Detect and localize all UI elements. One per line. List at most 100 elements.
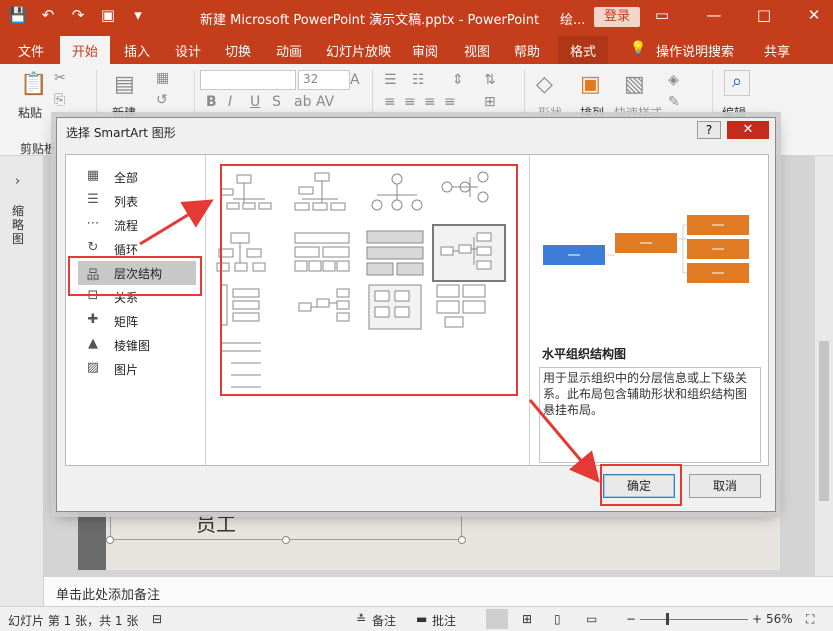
tell-me-search[interactable]: 操作说明搜索	[656, 41, 734, 60]
tab-file[interactable]: 文件	[18, 41, 44, 60]
justify-icon[interactable]: ≡	[444, 94, 456, 110]
zoom-in-icon[interactable]: +	[752, 612, 762, 626]
document-title: 新建 Microsoft PowerPoint 演示文稿.pptx - Powe…	[200, 13, 540, 28]
font-size-combo[interactable]: 32	[298, 70, 350, 90]
notes-toggle[interactable]: 备注	[372, 612, 396, 629]
undo-icon[interactable]: ↶	[38, 6, 58, 24]
category-list-item[interactable]: ☰ 列表	[78, 189, 196, 213]
resize-handle[interactable]	[282, 536, 290, 544]
zoom-out-icon[interactable]: −	[626, 612, 636, 626]
tab-animations[interactable]: 动画	[276, 41, 302, 60]
font-name-combo[interactable]	[200, 70, 296, 90]
copy-icon[interactable]: ⎘	[54, 92, 65, 108]
zoom-slider[interactable]	[640, 619, 748, 620]
paste-label[interactable]: 粘贴	[18, 104, 42, 121]
quick-styles-icon[interactable]: ▧	[624, 72, 645, 97]
zoom-level[interactable]: 56%	[766, 612, 793, 626]
notes-icon[interactable]: ≛	[356, 612, 366, 626]
tab-help[interactable]: 帮助	[514, 41, 540, 60]
scrollbar-thumb[interactable]	[819, 341, 829, 501]
pyramid-icon: ▲	[88, 336, 98, 351]
zoom-slider-knob[interactable]	[666, 613, 669, 625]
category-pyramid[interactable]: ▲ 棱锥图	[78, 333, 196, 357]
smartart-convert-icon[interactable]: ⊞	[484, 94, 496, 110]
preview-diagram	[543, 215, 749, 283]
highlight-layouts-box	[220, 164, 518, 396]
ribbon-display-icon[interactable]: ▭	[648, 6, 676, 24]
slideshow-icon[interactable]: ▭	[586, 612, 597, 626]
slide-text[interactable]: 员工	[196, 508, 236, 537]
customize-qat-icon[interactable]: ▾	[128, 6, 148, 24]
new-slide-icon[interactable]: ▤	[114, 72, 135, 97]
align-right-icon[interactable]: ≡	[424, 94, 436, 110]
tab-design[interactable]: 设计	[175, 41, 201, 60]
shape-outline-icon[interactable]: ✎	[668, 94, 680, 110]
preview-blue-box	[543, 245, 605, 265]
layout-icon[interactable]: ▦	[156, 70, 169, 86]
search-icon[interactable]: ⌕	[724, 70, 750, 96]
tab-view[interactable]: 视图	[464, 41, 490, 60]
numbering-icon[interactable]: ☷	[412, 72, 425, 88]
normal-view-icon[interactable]	[486, 609, 508, 629]
minimize-icon[interactable]: —	[700, 6, 728, 24]
tab-transitions[interactable]: 切换	[225, 41, 251, 60]
dialog-title: 选择 SmartArt 图形	[66, 126, 176, 140]
matrix-icon: ✚	[87, 312, 99, 327]
cancel-button[interactable]: 取消	[689, 474, 761, 498]
share-button[interactable]: 共享	[764, 41, 790, 60]
resize-handle[interactable]	[458, 536, 466, 544]
restore-icon[interactable]: □	[750, 6, 778, 24]
paste-icon[interactable]: 📋	[20, 72, 47, 97]
strikethrough-icon[interactable]: ab	[294, 94, 311, 110]
align-left-icon[interactable]: ≡	[384, 94, 396, 110]
close-icon[interactable]: ✕	[800, 6, 828, 24]
comments-icon[interactable]: ▬	[416, 612, 427, 626]
present-icon[interactable]: ▣	[98, 6, 118, 24]
shadow-icon[interactable]: S	[272, 94, 281, 110]
category-matrix[interactable]: ✚ 矩阵	[78, 309, 196, 333]
comments-toggle[interactable]: 批注	[432, 612, 456, 629]
line-spacing-icon[interactable]: ⇕	[452, 72, 464, 88]
tab-review[interactable]: 审阅	[412, 41, 438, 60]
tab-insert[interactable]: 插入	[124, 41, 150, 60]
cycle-icon: ↻	[87, 240, 99, 255]
category-picture[interactable]: ▨ 图片	[78, 357, 196, 381]
resize-handle[interactable]	[106, 536, 114, 544]
lightbulb-icon: 💡	[630, 41, 647, 56]
shape-fill-icon[interactable]: ◈	[668, 72, 679, 88]
slide-sorter-icon[interactable]: ⊞	[522, 612, 532, 626]
accessibility-icon[interactable]: ⊟	[152, 612, 162, 626]
vertical-scrollbar[interactable]	[815, 156, 833, 576]
expand-arrow-icon[interactable]: ›	[15, 174, 20, 189]
help-button[interactable]: ?	[697, 121, 721, 139]
tab-format[interactable]: 格式	[558, 36, 609, 64]
align-center-icon[interactable]: ≡	[404, 94, 416, 110]
preview-pane: 水平组织结构图 用于显示组织中的分层信息或上下级关系。此布局包含辅助形状和组织结…	[531, 155, 768, 465]
thumbnail-label[interactable]: 缩略图	[12, 204, 28, 246]
shapes-icon[interactable]: ◇	[536, 72, 553, 97]
login-button[interactable]: 登录	[594, 7, 640, 27]
save-icon[interactable]: 💾	[8, 6, 28, 24]
dialog-close-button[interactable]: ✕	[727, 121, 769, 139]
title-search-text[interactable]: 绘...	[560, 9, 585, 28]
italic-icon[interactable]: I	[228, 94, 232, 110]
bold-icon[interactable]: B	[206, 94, 217, 110]
tab-home[interactable]: 开始	[60, 36, 111, 64]
fit-slide-icon[interactable]: ⛶	[806, 612, 814, 627]
cut-icon[interactable]: ✂	[54, 70, 66, 86]
redo-icon[interactable]: ↷	[68, 6, 88, 24]
increase-font-icon[interactable]: A	[350, 72, 360, 88]
quick-access-toolbar: 💾 ↶ ↷ ▣ ▾	[8, 6, 148, 24]
text-direction-icon[interactable]: ⇅	[484, 72, 496, 88]
arrange-icon[interactable]: ▣	[580, 72, 601, 97]
reading-view-icon[interactable]: ▯	[554, 612, 561, 626]
tab-slideshow[interactable]: 幻灯片放映	[326, 41, 391, 60]
category-all[interactable]: ▦ 全部	[78, 165, 196, 189]
notes-pane[interactable]: 单击此处添加备注	[44, 576, 833, 606]
char-spacing-icon[interactable]: AV	[316, 94, 334, 110]
category-process[interactable]: ⋯ 流程	[78, 213, 196, 237]
bullets-icon[interactable]: ☰	[384, 72, 397, 88]
picture-icon: ▨	[86, 360, 100, 375]
underline-icon[interactable]: U	[250, 94, 260, 110]
reset-icon[interactable]: ↺	[156, 92, 168, 108]
